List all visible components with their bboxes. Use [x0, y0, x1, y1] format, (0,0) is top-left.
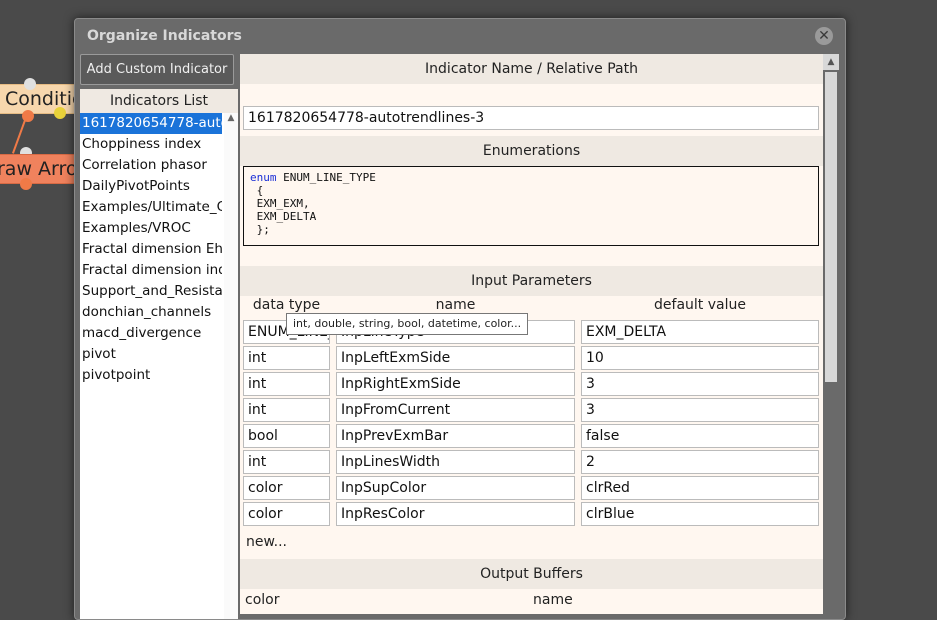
- indicator-name-header: Indicator Name / Relative Path: [240, 54, 823, 84]
- panel-scrollbar[interactable]: ▲: [823, 54, 839, 614]
- param-type-input[interactable]: color: [243, 502, 330, 526]
- param-name-input[interactable]: InpFromCurrent: [336, 398, 575, 422]
- list-item[interactable]: 1617820654778-autotrendlines-3: [80, 113, 222, 134]
- table-row: int InpRightExmSide 3: [240, 372, 823, 396]
- param-name-input[interactable]: InpResColor: [336, 502, 575, 526]
- scroll-up-icon[interactable]: ▲: [823, 54, 839, 70]
- param-name-input[interactable]: InpLeftExmSide: [336, 346, 575, 370]
- table-row: color InpSupColor clrRed: [240, 476, 823, 500]
- node-port-dot[interactable]: [54, 107, 66, 119]
- list-item[interactable]: Fractal dimension index: [80, 260, 222, 281]
- table-row: bool InpPrevExmBar false: [240, 424, 823, 448]
- new-parameter-link[interactable]: new...: [246, 534, 287, 550]
- param-default-input[interactable]: clrRed: [581, 476, 819, 500]
- enum-name: ENUM_LINE_TYPE: [283, 171, 376, 184]
- param-type-input[interactable]: int: [243, 346, 330, 370]
- table-row: int InpFromCurrent 3: [240, 398, 823, 422]
- column-header-default-value: default value: [654, 297, 746, 313]
- enum-value: EXM_EXM,: [250, 197, 310, 210]
- param-default-input[interactable]: clrBlue: [581, 502, 819, 526]
- param-type-input[interactable]: int: [243, 372, 330, 396]
- param-default-input[interactable]: 3: [581, 372, 819, 396]
- list-item[interactable]: donchian_channels: [80, 302, 222, 323]
- indicators-list: Indicators List 1617820654778-autotrendl…: [80, 89, 238, 619]
- param-default-input[interactable]: 10: [581, 346, 819, 370]
- column-header-data-type: data type: [252, 297, 321, 313]
- enum-keyword: enum: [250, 171, 277, 184]
- table-row: int InpLeftExmSide 10: [240, 346, 823, 370]
- enum-value: EXM_DELTA: [250, 210, 317, 223]
- scrollbar-thumb[interactable]: [825, 72, 837, 382]
- condition-node-label: Conditio: [5, 88, 84, 110]
- data-type-tooltip: int, double, string, bool, datetime, col…: [286, 313, 529, 335]
- param-name-input[interactable]: InpSupColor: [336, 476, 575, 500]
- close-icon[interactable]: ✕: [815, 27, 833, 45]
- enumerations-header: Enumerations: [240, 136, 823, 166]
- param-type-input[interactable]: int: [243, 450, 330, 474]
- table-row: color InpResColor clrBlue: [240, 502, 823, 526]
- input-parameters-header: Input Parameters: [240, 266, 823, 296]
- param-name-input[interactable]: InpRightExmSide: [336, 372, 575, 396]
- draw-arrow-node-label: raw Arro: [0, 158, 78, 180]
- list-scrollbar[interactable]: ▲: [224, 113, 238, 619]
- list-item[interactable]: DailyPivotPoints: [80, 176, 222, 197]
- column-header-name: name: [435, 297, 476, 313]
- node-port-dot[interactable]: [20, 178, 32, 190]
- scroll-up-icon[interactable]: ▲: [224, 113, 238, 127]
- list-item[interactable]: macd_divergence: [80, 323, 222, 344]
- list-item[interactable]: pivot: [80, 344, 222, 365]
- dialog-title: Organize Indicators: [87, 28, 242, 44]
- node-port-dot[interactable]: [22, 110, 34, 122]
- enumerations-editor[interactable]: enum ENUM_LINE_TYPE { EXM_EXM, EXM_DELTA…: [243, 166, 819, 246]
- param-default-input[interactable]: false: [581, 424, 819, 448]
- table-row: int InpLinesWidth 2: [240, 450, 823, 474]
- param-default-input[interactable]: 2: [581, 450, 819, 474]
- list-item[interactable]: Examples/Ultimate_Oscillator: [80, 197, 222, 218]
- indicators-list-header: Indicators List: [80, 89, 238, 113]
- column-header-buffer-name: name: [533, 592, 573, 608]
- indicator-path-input[interactable]: 1617820654778-autotrendlines-3: [243, 106, 819, 130]
- enum-open-brace: {: [250, 184, 264, 197]
- list-item[interactable]: pivotpoint: [80, 365, 222, 386]
- node-port-dot[interactable]: [24, 78, 36, 90]
- column-header-color: color: [245, 592, 280, 608]
- param-type-input[interactable]: bool: [243, 424, 330, 448]
- param-name-input[interactable]: InpPrevExmBar: [336, 424, 575, 448]
- param-name-input[interactable]: InpLinesWidth: [336, 450, 575, 474]
- list-item[interactable]: Correlation phasor: [80, 155, 222, 176]
- param-default-input[interactable]: 3: [581, 398, 819, 422]
- list-item[interactable]: Fractal dimension Ehlers: [80, 239, 222, 260]
- list-item[interactable]: Examples/VROC: [80, 218, 222, 239]
- enum-close-brace: };: [250, 223, 270, 236]
- output-buffers-header: Output Buffers: [240, 559, 823, 589]
- list-item[interactable]: Choppiness index: [80, 134, 222, 155]
- list-item[interactable]: Support_and_Resistance: [80, 281, 222, 302]
- add-custom-indicator-button[interactable]: Add Custom Indicator: [80, 54, 234, 85]
- param-default-input[interactable]: EXM_DELTA: [581, 320, 819, 344]
- param-type-input[interactable]: int: [243, 398, 330, 422]
- param-type-input[interactable]: color: [243, 476, 330, 500]
